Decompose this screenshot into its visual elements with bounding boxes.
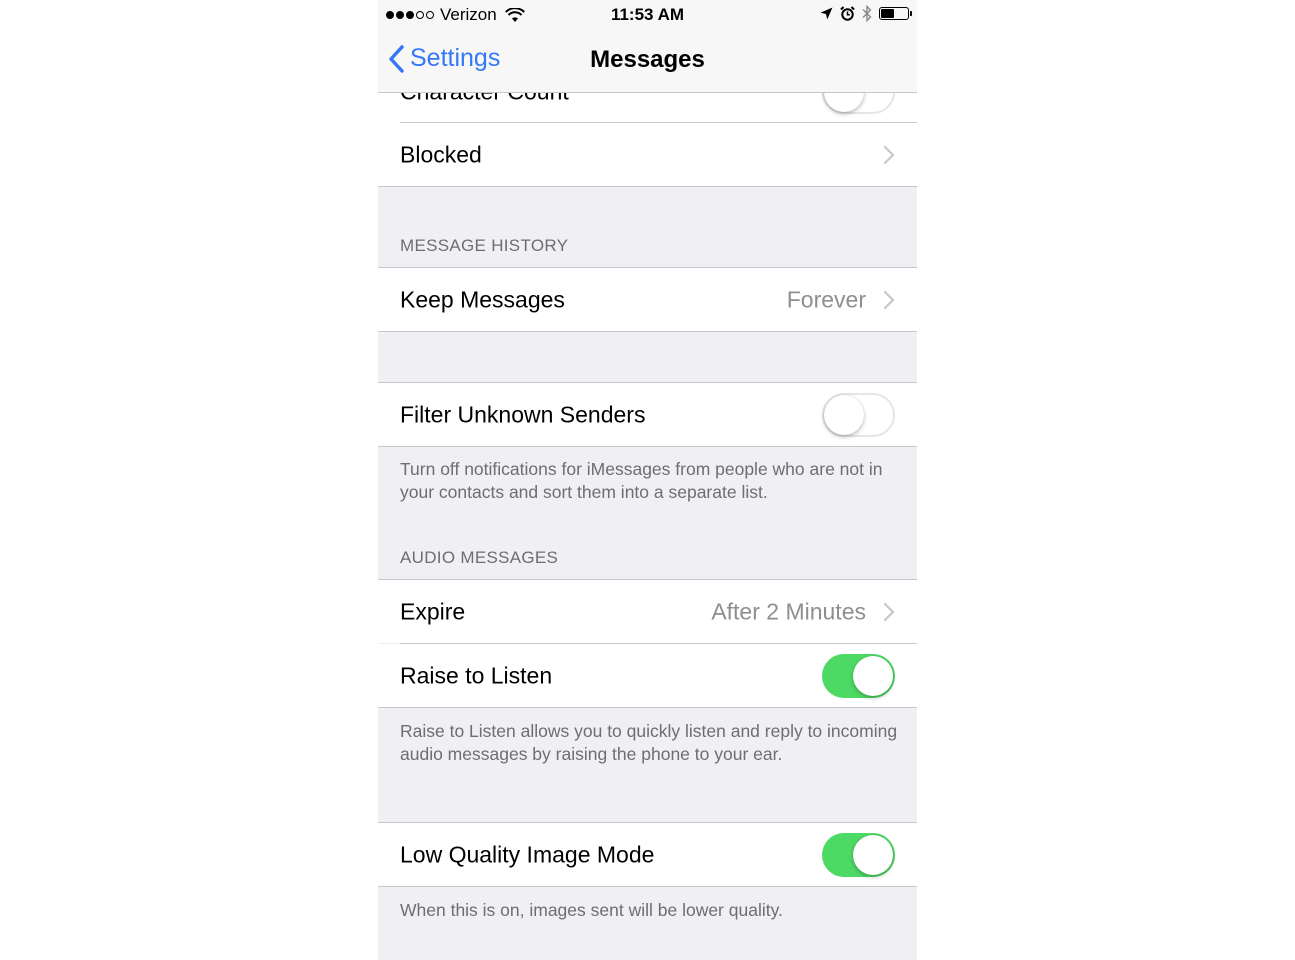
- keep-messages-value: Forever: [786, 286, 866, 312]
- battery-icon: [879, 7, 912, 20]
- separator: [378, 446, 917, 447]
- separator: [378, 707, 917, 708]
- toggle-knob: [853, 655, 893, 696]
- section-header-message-history: MESSAGE HISTORY: [400, 236, 569, 255]
- low-quality-image-mode-toggle[interactable]: [822, 832, 895, 877]
- separator: [378, 186, 917, 187]
- row-label: Expire: [400, 598, 466, 624]
- raise-to-listen-toggle[interactable]: [822, 653, 895, 698]
- settings-list: Character Count Blocked MESSAGE HISTORY …: [378, 92, 917, 960]
- row-label: Raise to Listen: [400, 662, 553, 688]
- bluetooth-icon: [862, 5, 872, 22]
- toggle-knob: [824, 92, 864, 112]
- alarm-icon: [840, 6, 855, 21]
- section-header-audio-messages: AUDIO MESSAGES: [400, 548, 559, 567]
- expire-row[interactable]: Expire After 2 Minutes: [378, 580, 917, 643]
- disclosure-chevron-icon: [883, 290, 895, 309]
- keep-messages-row[interactable]: Keep Messages Forever: [378, 268, 917, 331]
- disclosure-chevron-icon: [883, 145, 895, 164]
- low-quality-footer: When this is on, images sent will be low…: [400, 900, 783, 920]
- navigation-bar: Settings Messages: [378, 30, 917, 93]
- low-quality-image-mode-row: Low Quality Image Mode: [378, 823, 917, 886]
- character-count-toggle[interactable]: [822, 92, 895, 114]
- disclosure-chevron-icon: [883, 602, 895, 621]
- blocked-row[interactable]: Blocked: [378, 123, 917, 186]
- filter-unknown-senders-toggle[interactable]: [822, 392, 895, 437]
- row-label: Keep Messages: [400, 286, 565, 312]
- row-label: Blocked: [400, 141, 482, 167]
- row-label: Filter Unknown Senders: [400, 401, 646, 427]
- filter-unknown-senders-row: Filter Unknown Senders: [378, 383, 917, 446]
- status-icons: [820, 5, 912, 22]
- row-label: Low Quality Image Mode: [400, 841, 655, 867]
- raise-to-listen-row: Raise to Listen: [378, 644, 917, 707]
- expire-value: After 2 Minutes: [711, 598, 866, 624]
- row-label: Character Count: [400, 92, 569, 105]
- location-arrow-icon: [820, 7, 833, 20]
- filter-unknown-footer: Turn off notifications for iMessages fro…: [400, 459, 883, 502]
- toggle-knob: [824, 394, 864, 435]
- status-bar: Verizon 11:53 AM: [378, 0, 917, 30]
- character-count-row[interactable]: Character Count: [378, 92, 917, 123]
- separator: [378, 886, 917, 887]
- page-title: Messages: [590, 46, 705, 73]
- phone-screen: Verizon 11:53 AM Settings Messages Block…: [378, 0, 917, 960]
- toggle-knob: [853, 834, 893, 875]
- separator: [378, 331, 917, 332]
- raise-to-listen-footer: Raise to Listen allows you to quickly li…: [400, 721, 898, 764]
